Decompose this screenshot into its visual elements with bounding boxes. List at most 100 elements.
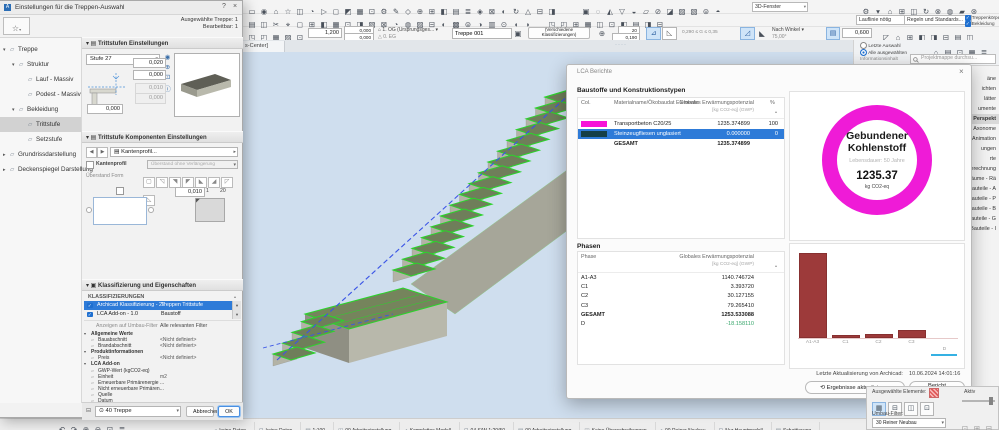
material-row[interactable]: Transportbeton C20/25 1235.374899 100 bbox=[578, 119, 784, 129]
tab-drag-dots-icon[interactable]: ···· bbox=[615, 42, 627, 48]
step-3d-preview[interactable] bbox=[174, 53, 240, 117]
scroll-up-icon[interactable]: ▴ bbox=[775, 109, 777, 114]
ok-button[interactable]: OK bbox=[218, 406, 240, 417]
phase-row[interactable]: GESAMT 1253.533088 bbox=[578, 311, 784, 320]
tree-caret-icon[interactable]: ▸ bbox=[3, 163, 10, 178]
phase-header[interactable]: Phase bbox=[581, 254, 596, 260]
dropdown-icon[interactable]: ▾ bbox=[232, 310, 241, 319]
phase-row[interactable]: C2 30.127155 bbox=[578, 292, 784, 301]
statusbar-dropdown[interactable]: ◔00 Reiner Neubau▸ bbox=[656, 422, 715, 430]
project-search-input[interactable]: Projektmappe durchsu... bbox=[910, 54, 996, 64]
check-icon[interactable]: ✓ bbox=[87, 311, 93, 317]
tree-item[interactable]: ▱ Lauf - Massiv bbox=[0, 72, 81, 87]
tread-thickness-field[interactable]: 0,020 bbox=[133, 58, 166, 69]
layer-select[interactable]: ⊙ 40 Treppe ▾ bbox=[95, 406, 181, 417]
palette-link-icon[interactable]: ⊡ bbox=[960, 423, 971, 430]
tree-item[interactable]: ▾ ▱ Bekleidung bbox=[0, 102, 81, 117]
close-icon[interactable]: × bbox=[233, 3, 237, 10]
statusbar-nav-icon[interactable]: ⊕ bbox=[81, 424, 92, 430]
statusbar-nav-icon[interactable]: ↷ bbox=[69, 424, 80, 430]
phase-row[interactable]: C3 79.265410 bbox=[578, 302, 784, 311]
tree-caret-icon[interactable]: ▸ bbox=[3, 148, 10, 163]
winkel-dropdown[interactable]: Nach Winkel ▾ bbox=[772, 27, 804, 33]
statusbar-nav-icon[interactable]: ⊖ bbox=[93, 424, 104, 430]
overhang-form-button[interactable]: ◸ bbox=[221, 177, 233, 188]
scale-field[interactable]: 1,200 bbox=[308, 28, 342, 39]
winder-toggle-icon[interactable]: ◿ bbox=[740, 27, 755, 40]
preview-checkbox[interactable] bbox=[116, 187, 124, 195]
stair-geometry-toggle-icon[interactable]: ◺ bbox=[662, 27, 677, 40]
palette-display-icon[interactable]: ◫ bbox=[904, 402, 918, 416]
col-header[interactable]: Col. bbox=[581, 100, 591, 106]
section-header-komponenten[interactable]: ▾ ▤ Trittstufe Komponenten Einstellungen bbox=[82, 131, 243, 143]
edge-profile-select[interactable]: ▤ Kantenprofil... ▸ bbox=[110, 147, 238, 157]
classification-button[interactable]: (Verschiedene Klassifizierungen) bbox=[528, 27, 590, 39]
classification-row[interactable]: ✓ LCA Add-on - 1.0 Baustoff ▾ bbox=[84, 310, 241, 319]
cancel-button[interactable]: Abbrechen bbox=[186, 406, 219, 417]
overhang-form-button[interactable]: ◢ bbox=[208, 177, 220, 188]
statusbar-dropdown[interactable]: ◔Komplettes Modell▸ bbox=[400, 422, 460, 430]
tree-caret-icon[interactable]: ▾ bbox=[3, 43, 10, 58]
palette-display-icon[interactable]: ⊡ bbox=[920, 402, 934, 416]
percent-header[interactable]: % bbox=[770, 100, 775, 106]
tree-item[interactable]: ▱ Trittstufe bbox=[0, 117, 81, 132]
statusbar-dropdown[interactable]: ⊡Nur Hauptmodell▸ bbox=[715, 422, 772, 430]
prev-component-button[interactable]: ◀ bbox=[86, 147, 97, 158]
pen-weight-field[interactable]: 0,010 bbox=[175, 187, 205, 198]
statusbar-dropdown[interactable]: ⊡keine Daten▸ bbox=[255, 422, 302, 430]
statusbar-nav-icon[interactable]: ≣ bbox=[117, 424, 128, 430]
stair-width-field[interactable]: 0,600 bbox=[842, 28, 872, 39]
classification-row[interactable]: ✓ Archicad Klassifizierung - 27 Treppen Tr… bbox=[84, 301, 241, 310]
statusbar-dropdown[interactable]: ⊡04 S/W 1:20/50▸ bbox=[460, 422, 515, 430]
material-row[interactable]: Steinzeugfliesen unglasiert 0.000000 0 bbox=[578, 129, 784, 139]
overhang-form-button[interactable]: ▢ bbox=[143, 177, 155, 188]
tree-item[interactable]: ▸ ▱ Deckenspiegel Darstellung bbox=[0, 162, 93, 178]
rules-standards-dropdown[interactable]: Regeln und Standards...▸ bbox=[904, 15, 972, 25]
3d-window-dropdown[interactable]: 3D-Fenster ▾ bbox=[752, 2, 808, 12]
renovation-filter-value[interactable]: Alle relevanten Filter bbox=[160, 323, 207, 329]
check-icon[interactable]: ✓ bbox=[87, 302, 93, 308]
tree-caret-icon[interactable]: ▾ bbox=[12, 58, 19, 73]
tree-item[interactable]: ▱ Setzstufe bbox=[0, 132, 81, 147]
stair-name-input[interactable] bbox=[452, 28, 512, 39]
dialog-title-bar[interactable]: A Einstellungen für die Treppen-Auswahl … bbox=[0, 1, 242, 15]
statusbar-dropdown[interactable]: ◫00 Arbeitseinstellung▸ bbox=[334, 422, 401, 430]
radio-letzte-auswahl[interactable]: Letzte Auswahl bbox=[860, 42, 901, 49]
tree-caret-icon[interactable]: ▾ bbox=[12, 103, 19, 118]
palette-link-icon[interactable]: ⊞ bbox=[972, 423, 983, 430]
statusbar-nav-icon[interactable]: ↶ bbox=[57, 424, 68, 430]
renovation-filter-select[interactable]: 30 Reiner Neubau ▾ bbox=[872, 418, 946, 428]
statusbar-dropdown[interactable]: ◫Keine Überschreibungen▸ bbox=[580, 422, 656, 430]
stair-width-icon[interactable]: ▤ bbox=[826, 27, 840, 40]
tab-fragment[interactable]: s-Center] bbox=[243, 41, 285, 52]
gwp-header[interactable]: Globales Erwärmungspotenzial bbox=[638, 254, 754, 260]
dropdown-icon[interactable]: ▾ bbox=[232, 301, 241, 310]
handle-dot-icon[interactable] bbox=[86, 207, 92, 213]
element-id-icon[interactable]: ▣ bbox=[513, 28, 524, 39]
material-preview-box[interactable]: ◤ bbox=[195, 198, 225, 222]
scroll-up-icon[interactable]: ▴ bbox=[775, 263, 777, 268]
checkbox-treppenkoerper[interactable]: ✓ Treppenkörper bbox=[965, 15, 999, 21]
opacity-slider-knob[interactable] bbox=[989, 397, 993, 405]
phase-row[interactable]: A1-A3 1140.746724 bbox=[578, 274, 784, 283]
statusbar-dropdown[interactable]: ▤00 Arbeitseinstellung▸ bbox=[514, 422, 581, 430]
radio-alle-ausgewaehlten[interactable]: Alle ausgewählten bbox=[860, 49, 907, 56]
statusbar-dropdown[interactable]: ▤Schattierung▸ bbox=[772, 422, 821, 430]
section-header-klassifizierung[interactable]: ▾ ▣ Klassifizierung und Eigenschaften bbox=[82, 279, 243, 291]
statusbar-nav-icon[interactable]: ⊡ bbox=[105, 424, 116, 430]
tread-offset-field[interactable]: 0,000 bbox=[133, 70, 166, 81]
tree-item[interactable]: ▸ ▱ Grundrissdarstellung bbox=[0, 147, 81, 162]
tree-item[interactable]: ▱ Podest - Massiv bbox=[0, 87, 81, 102]
nosing-field[interactable]: 0,000 bbox=[87, 104, 123, 115]
handle-dot-icon[interactable] bbox=[148, 207, 154, 213]
next-component-button[interactable]: ▶ bbox=[97, 147, 108, 158]
statusbar-dropdown[interactable]: ▤1:100▸ bbox=[301, 422, 335, 430]
statusbar-dropdown[interactable]: ◔keine Daten▸ bbox=[210, 422, 256, 430]
palette-link-icon[interactable]: ⊟ bbox=[984, 423, 995, 430]
tree-item[interactable]: ▾ ▱ Struktur bbox=[0, 57, 81, 72]
scroll-up-icon[interactable]: ▴ bbox=[234, 294, 236, 299]
close-icon[interactable]: × bbox=[959, 67, 964, 76]
help-icon[interactable]: ? bbox=[222, 3, 226, 10]
material-row[interactable]: GESAMT 1235.374899 bbox=[578, 139, 784, 149]
kantenprofil-checkbox[interactable] bbox=[86, 161, 94, 169]
